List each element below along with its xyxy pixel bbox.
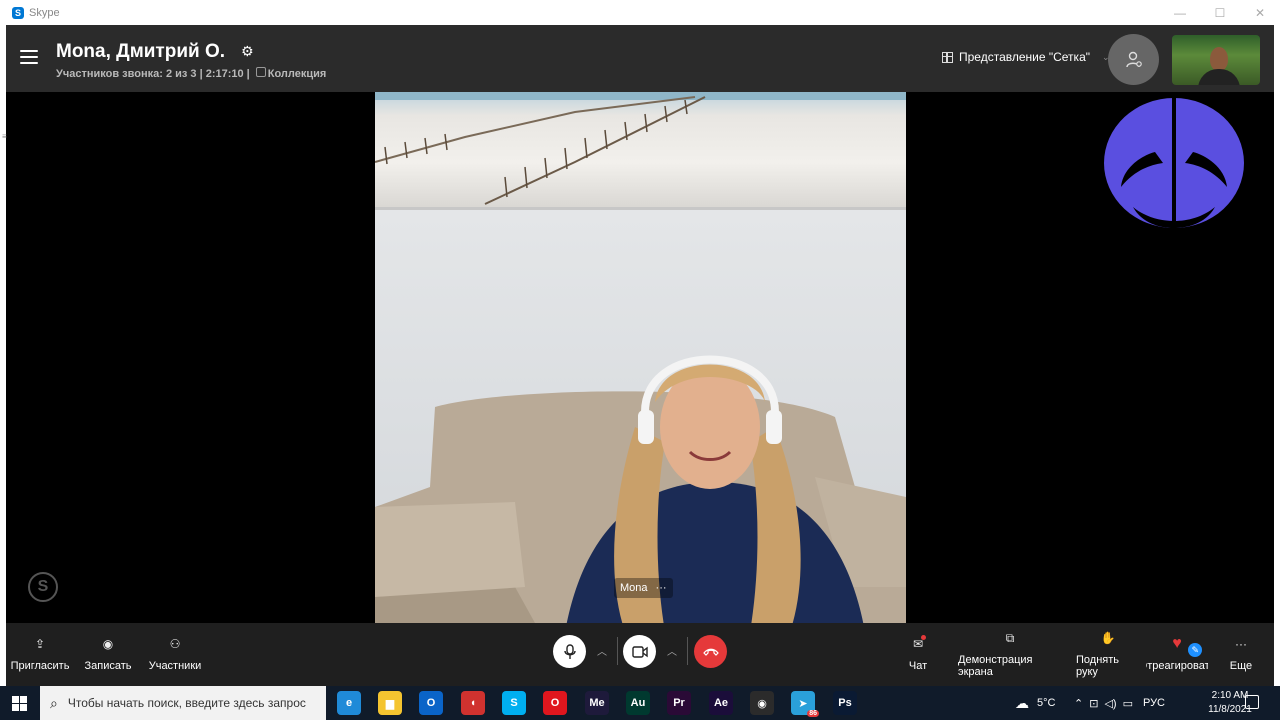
participant-more-icon[interactable]: ··· xyxy=(656,582,667,594)
invite-button[interactable]: ⇪ Пригласить xyxy=(11,623,70,686)
hamburger-menu-icon[interactable] xyxy=(20,50,38,64)
taskbar-search-input[interactable]: ⌕ Чтобы начать поиск, введите здесь запр… xyxy=(40,686,326,720)
grid-icon xyxy=(942,51,953,63)
search-icon: ⌕ xyxy=(50,694,58,711)
self-body xyxy=(1198,69,1240,85)
taskbar-app-outlook-icon[interactable]: O xyxy=(419,691,443,715)
toolbar-divider xyxy=(617,637,618,665)
collection-icon xyxy=(255,67,266,77)
window-title: Skype xyxy=(29,6,60,19)
collection-link[interactable]: Коллекция xyxy=(255,67,327,80)
edit-pencil-icon: ✎ xyxy=(1188,643,1203,657)
taskbar-app-premiere-icon[interactable]: Pr xyxy=(667,691,691,715)
system-tray: ⌃ ⊡ ◁) ▭ РУС xyxy=(1074,686,1165,720)
end-call-button[interactable] xyxy=(694,635,727,668)
fence-illustration xyxy=(375,92,906,205)
react-label: Отреагировать xyxy=(1146,660,1208,672)
close-button[interactable]: ✕ xyxy=(1240,0,1280,25)
chat-label: Чат xyxy=(908,660,928,672)
volume-icon[interactable]: ◁) xyxy=(1104,697,1116,710)
left-border xyxy=(0,25,6,686)
taskbar-app-opera-icon[interactable]: O xyxy=(543,691,567,715)
people-icon: ⚇ xyxy=(169,637,181,651)
windows-taskbar: ⌕ Чтобы начать поиск, введите здесь запр… xyxy=(0,686,1280,720)
right-border xyxy=(1274,25,1280,686)
skype-app-icon: S xyxy=(12,6,24,19)
participant-count-duration: Участников звонка: 2 из 3 | 2:17:10 | xyxy=(56,67,250,80)
collection-label: Коллекция xyxy=(267,68,327,80)
person-settings-icon xyxy=(1125,51,1142,67)
telegram-badge: 86 xyxy=(807,710,819,717)
toolbar-divider xyxy=(687,637,688,665)
participant-name: Mona xyxy=(620,582,648,594)
call-title: Mona, Дмитрий О. xyxy=(56,41,226,62)
skype-watermark-icon: S xyxy=(28,572,58,602)
taskbar-app-media-encoder-icon[interactable]: Me xyxy=(585,691,609,715)
share-icon: ⇪ xyxy=(34,637,46,651)
hang-up-icon xyxy=(702,648,719,656)
self-video-preview[interactable] xyxy=(1172,35,1260,85)
more-icon: ··· xyxy=(1235,637,1247,651)
cloud-icon: ☁ xyxy=(1015,694,1029,711)
microphone-icon xyxy=(563,643,576,659)
share-screen-icon: ⧉ xyxy=(1005,631,1015,645)
battery-icon[interactable]: ▭ xyxy=(1123,697,1133,710)
microphone-button[interactable] xyxy=(553,635,586,668)
chat-button[interactable]: ✉ Чат xyxy=(903,623,933,686)
chat-icon: ✉ xyxy=(913,635,927,651)
tray-expand-icon[interactable]: ⌃ xyxy=(1074,697,1083,710)
maximize-button[interactable]: ☐ xyxy=(1200,0,1240,25)
share-screen-label: Демонстрация экрана xyxy=(958,654,1033,678)
network-icon[interactable]: ⊡ xyxy=(1089,697,1098,710)
windows-start-icon[interactable] xyxy=(12,696,27,711)
add-participant-button[interactable] xyxy=(1108,34,1159,85)
window-titlebar: S Skype — ☐ ✕ xyxy=(0,0,1280,25)
minimize-button[interactable]: — xyxy=(1160,0,1200,25)
taskbar-app-obs-icon[interactable]: ◉ xyxy=(750,691,774,715)
more-button[interactable]: ··· Еще xyxy=(1226,623,1256,686)
raise-hand-label: Поднять руку xyxy=(1076,654,1120,678)
camera-button[interactable] xyxy=(623,635,656,668)
taskbar-app-telegram-icon[interactable]: ➤ 86 xyxy=(791,691,819,717)
notifications-icon[interactable] xyxy=(1245,695,1259,709)
resize-handle-icon[interactable]: ≡ xyxy=(2,132,7,142)
call-header: Mona, Дмитрий О. ⚙ Участников звонка: 2 … xyxy=(6,25,1274,92)
more-label: Еще xyxy=(1229,660,1253,672)
raise-hand-button[interactable]: ✋ Поднять руку xyxy=(1076,623,1140,686)
participant-person xyxy=(566,355,864,623)
grid-view-button[interactable]: Представление "Сетка" ⌄ xyxy=(942,50,1110,64)
call-settings-gear-icon[interactable]: ⚙ xyxy=(241,43,254,60)
taskbar-app-audition-icon[interactable]: Au xyxy=(626,691,650,715)
share-screen-button[interactable]: ⧉ Демонстрация экрана xyxy=(958,623,1062,686)
window-controls: — ☐ ✕ xyxy=(1160,0,1280,25)
hand-icon: ✋ xyxy=(1100,631,1116,645)
call-subtitle: Участников звонка: 2 из 3 | 2:17:10 | Ко… xyxy=(56,67,326,80)
self-head xyxy=(1210,47,1228,71)
participants-label: Участники xyxy=(148,660,202,672)
taskbar-app-edge-icon[interactable]: e xyxy=(337,691,361,715)
participants-button[interactable]: ⚇ Участники xyxy=(148,623,202,686)
weather-temperature: 5°C xyxy=(1037,697,1056,709)
mic-options-chevron-icon[interactable]: ︿ xyxy=(597,643,607,658)
brand-logo xyxy=(1104,97,1244,229)
participant-video[interactable] xyxy=(375,92,906,623)
camera-options-chevron-icon[interactable]: ︿ xyxy=(667,643,677,658)
record-button[interactable]: ◉ Записать xyxy=(84,623,132,686)
react-button[interactable]: ♥✎ Отреагировать xyxy=(1146,623,1208,686)
invite-label: Пригласить xyxy=(10,660,70,672)
taskbar-app-after-effects-icon[interactable]: Ae xyxy=(709,691,733,715)
taskbar-app-explorer-icon[interactable]: ▆ xyxy=(378,691,402,715)
taskbar-app-photoshop-icon[interactable]: Ps xyxy=(833,691,857,715)
camera-icon xyxy=(631,645,648,658)
taskbar-app-skype-icon[interactable]: S xyxy=(502,691,526,715)
taskbar-app-bridge-icon[interactable]: ◖ xyxy=(461,691,485,715)
record-label: Записать xyxy=(84,660,132,672)
search-placeholder: Чтобы начать поиск, введите здесь запрос xyxy=(67,696,306,710)
heart-icon: ♥ ✎ xyxy=(1172,636,1203,657)
view-mode-label: Представление "Сетка" xyxy=(959,50,1091,64)
language-indicator[interactable]: РУС xyxy=(1143,697,1165,709)
record-icon: ◉ xyxy=(102,637,114,651)
weather-widget[interactable]: ☁ 5°C xyxy=(1015,686,1055,720)
participant-name-tag[interactable]: Mona ··· xyxy=(614,578,673,598)
